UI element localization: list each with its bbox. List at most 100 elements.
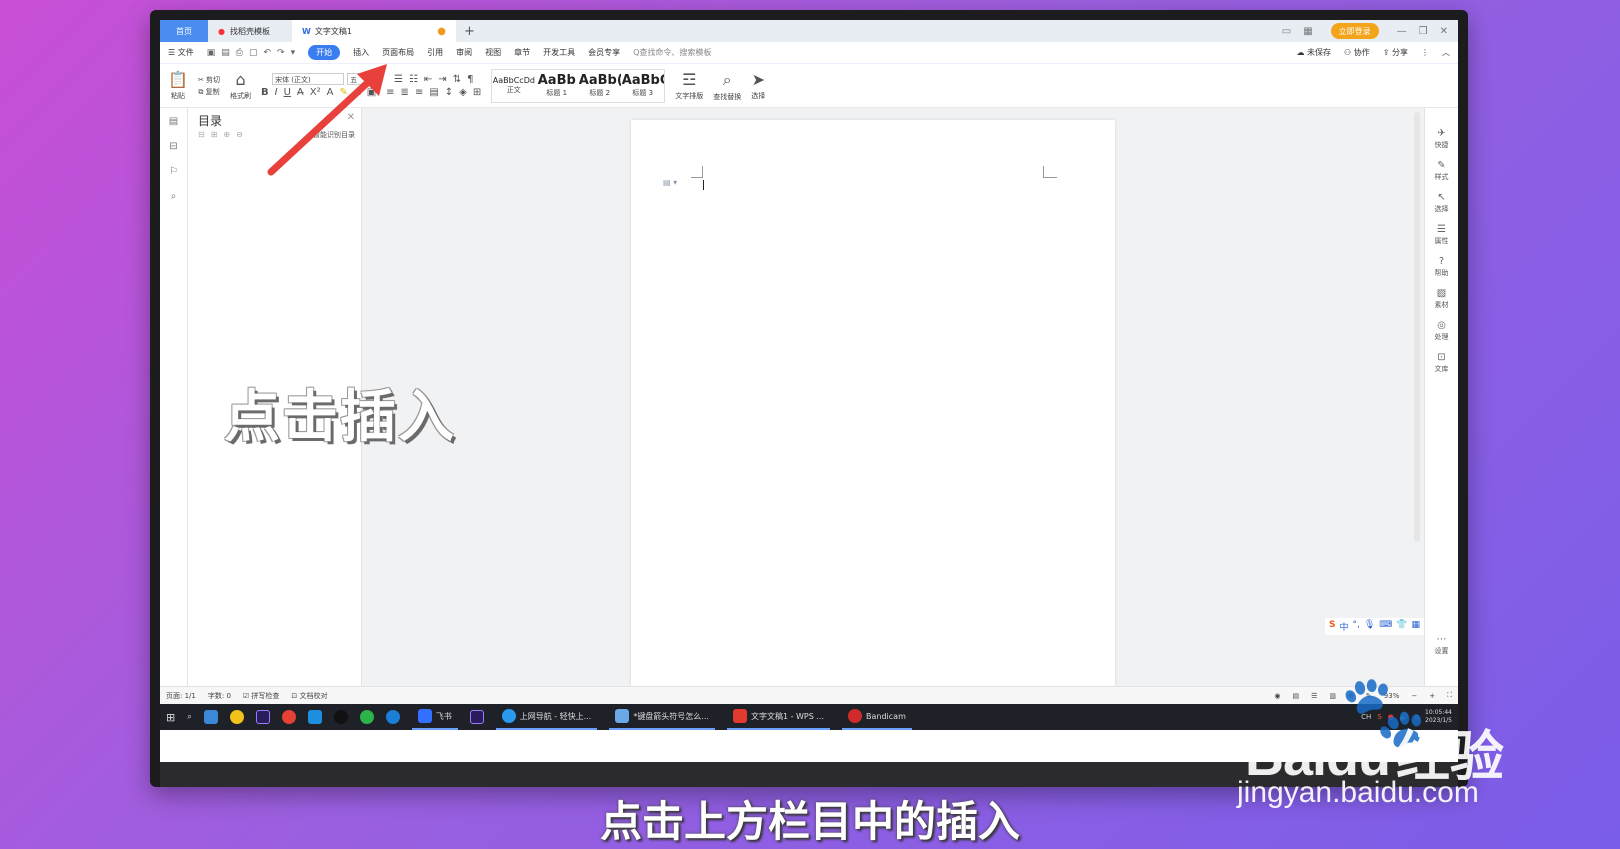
document-page[interactable]: ▤ ▾ [631, 120, 1115, 686]
paste-button[interactable]: 📋 粘贴 [168, 70, 188, 101]
tab-home[interactable]: 首页 [160, 20, 208, 42]
taskbar-app-wps[interactable]: 文字文稿1 - WPS ... [726, 704, 830, 730]
eye-icon[interactable]: ◉ [1274, 692, 1280, 700]
export-pdf-icon[interactable]: ▤ [221, 48, 230, 58]
menu-start[interactable]: 开始 [308, 45, 341, 60]
collab-button[interactable]: ⚇ 协作 [1344, 47, 1370, 58]
menu-member[interactable]: 会员专享 [588, 47, 620, 58]
taskbar-app-feishu[interactable]: 飞书 [411, 704, 458, 730]
right-settings[interactable]: ⋯ 设置 [1435, 634, 1449, 656]
style-heading-3[interactable]: AaBbC 标题 3 [621, 70, 664, 102]
cut-button[interactable]: ✂ 剪切 [198, 75, 220, 85]
photos-icon[interactable] [203, 710, 218, 724]
text-layout-button[interactable]: ☲ 文字排版 [675, 70, 703, 101]
right-process[interactable]: ◎ 处理 [1435, 320, 1449, 342]
reading-view-icon[interactable]: ▥ [1329, 692, 1336, 700]
outline-view-icon[interactable]: ☰ [1311, 692, 1317, 700]
skin-icon[interactable]: 👕 [1396, 620, 1407, 633]
premiere-running-icon[interactable] [469, 710, 484, 724]
sogou-icon[interactable]: S [1329, 620, 1335, 633]
right-select[interactable]: ↖ 选择 [1435, 192, 1449, 214]
restore-icon[interactable]: ❐ [1419, 26, 1428, 37]
windows-start-icon[interactable]: ⊞ [166, 711, 175, 724]
line-spacing-icon[interactable]: ↕ [445, 87, 453, 98]
shading-icon[interactable]: ◈ [459, 87, 467, 98]
preview-icon[interactable]: ▢ [249, 48, 258, 58]
right-style[interactable]: ✎ 样式 [1435, 160, 1449, 182]
wechat-icon[interactable] [359, 710, 374, 724]
keyboard-icon[interactable]: ⌨ [1379, 620, 1392, 633]
style-heading-1[interactable]: AaBb 标题 1 [535, 70, 578, 102]
file-menu[interactable]: ☰ 文件 [168, 47, 194, 58]
right-help[interactable]: ? 帮助 [1435, 256, 1449, 278]
microphone-icon[interactable]: 🎙 [1364, 620, 1375, 633]
more-icon[interactable]: ⋮ [1421, 48, 1429, 57]
taskbar-app-bandicam[interactable]: Bandicam [842, 704, 912, 730]
fullscreen-icon[interactable]: ⛶ [1447, 691, 1452, 700]
outline-icon[interactable]: ▤ [169, 116, 178, 127]
find-replace-button[interactable]: ⌕ 查找替换 [713, 70, 741, 102]
undo-icon[interactable]: ↶ [263, 48, 271, 58]
toc-tools[interactable]: ⊟⊞⊕⊖ [198, 130, 249, 139]
taskbar-app-notes[interactable]: *键盘箭头符号怎么... [609, 704, 715, 730]
show-marks-icon[interactable]: ¶ [467, 74, 473, 85]
close-icon[interactable]: ✕ [1440, 26, 1448, 37]
menu-review[interactable]: 审阅 [456, 47, 472, 58]
menu-insert[interactable]: 插入 [353, 47, 369, 58]
login-button[interactable]: 立即登录 [1330, 23, 1379, 39]
style-normal[interactable]: AaBbCcDd 正文 [492, 70, 535, 102]
layout-icon[interactable]: ▭ [1282, 26, 1291, 37]
edge-icon[interactable] [385, 710, 400, 724]
menu-page-layout[interactable]: 页面布局 [382, 47, 414, 58]
bookmark-icon[interactable]: ⚐ [169, 166, 178, 177]
menu-view[interactable]: 视图 [485, 47, 501, 58]
menu-reference[interactable]: 引用 [427, 47, 443, 58]
print-icon[interactable]: ⎙ [236, 48, 243, 58]
sort-icon[interactable]: ⇅ [453, 74, 461, 85]
new-tab-button[interactable]: + [456, 20, 483, 42]
find-icon[interactable]: ⌕ [171, 191, 177, 202]
taskbar-app-browser[interactable]: 上网导航 - 轻快上... [495, 704, 598, 730]
vertical-scrollbar[interactable] [1414, 112, 1420, 542]
unsaved-status[interactable]: ☁ 未保存 [1296, 47, 1331, 58]
grid-icon[interactable]: ▦ [1303, 26, 1312, 37]
tab-document[interactable]: W 文字文稿1 ● [292, 20, 456, 42]
redo-icon[interactable]: ↷ [277, 48, 285, 58]
qq-icon[interactable] [333, 710, 348, 724]
minimize-icon[interactable]: — [1397, 26, 1407, 37]
doc-proof[interactable]: ⊡ 文档校对 [291, 691, 327, 701]
numbered-list-icon[interactable]: ☷ [409, 74, 418, 85]
premiere-icon[interactable] [255, 710, 270, 724]
search-app-icon[interactable] [307, 710, 322, 724]
justify-icon[interactable]: ▤ [429, 87, 438, 98]
menu-developer[interactable]: 开发工具 [543, 47, 575, 58]
spell-check[interactable]: ☑ 拼写检查 [243, 691, 280, 701]
share-button[interactable]: ⇪ 分享 [1383, 47, 1408, 58]
align-right-icon[interactable]: ≡ [415, 87, 423, 98]
ime-menu-icon[interactable]: ▦ [1411, 620, 1420, 633]
paragraph-handle-icon[interactable]: ▤ ▾ [663, 178, 677, 187]
format-painter-button[interactable]: ⌂ 格式刷 [230, 70, 251, 101]
tab-template[interactable]: ● 找稻壳模板 [208, 20, 292, 42]
indent-icon[interactable]: ⇥ [438, 74, 446, 85]
page-view-icon[interactable]: ▤ [1293, 692, 1300, 700]
right-library[interactable]: ⊡ 文库 [1435, 352, 1449, 374]
copy-button[interactable]: ⧉ 复制 [198, 87, 219, 97]
word-count[interactable]: 字数: 0 [208, 691, 231, 701]
punctuation-icon[interactable]: °, [1352, 620, 1359, 633]
right-material[interactable]: ▨ 素材 [1435, 288, 1449, 310]
right-quick[interactable]: ✈ 快捷 [1435, 128, 1449, 150]
command-search[interactable]: Q查找命令、搜索模板 [633, 47, 711, 58]
app-yellow-icon[interactable] [229, 710, 244, 724]
border-icon[interactable]: ⊞ [473, 87, 481, 98]
select-button[interactable]: ➤ 选择 [751, 70, 765, 101]
right-properties[interactable]: ☰ 属性 [1435, 224, 1449, 246]
chrome-icon[interactable] [281, 710, 296, 724]
taskbar-search-icon[interactable]: ⌕ [187, 712, 191, 722]
ime-mode[interactable]: 中 [1339, 620, 1348, 633]
save-icon[interactable]: ▣ [207, 48, 216, 58]
customize-icon[interactable]: ▾ [291, 48, 296, 58]
collapse-ribbon-icon[interactable]: ︿ [1442, 47, 1450, 58]
chapter-icon[interactable]: ⊟ [169, 141, 177, 152]
outdent-icon[interactable]: ⇤ [424, 74, 432, 85]
